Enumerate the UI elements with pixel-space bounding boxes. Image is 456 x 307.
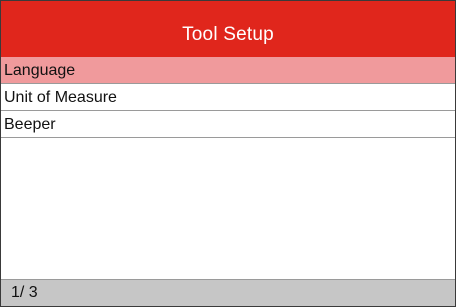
menu-item-language[interactable]: Language [1, 57, 455, 84]
page-indicator: 1/ 3 [11, 284, 38, 301]
menu-item-label: Beeper [4, 116, 56, 133]
menu-item-label: Unit of Measure [4, 89, 117, 106]
menu-item-label: Language [4, 62, 76, 79]
page-title: Tool Setup [182, 24, 274, 45]
tool-setup-screen: Tool Setup Language Unit of Measure Beep… [0, 0, 456, 307]
settings-menu: Language Unit of Measure Beeper [1, 57, 455, 138]
menu-item-beeper[interactable]: Beeper [1, 111, 455, 138]
title-bar: Tool Setup [1, 1, 455, 57]
status-bar: 1/ 3 [1, 279, 455, 306]
menu-item-unit-of-measure[interactable]: Unit of Measure [1, 84, 455, 111]
